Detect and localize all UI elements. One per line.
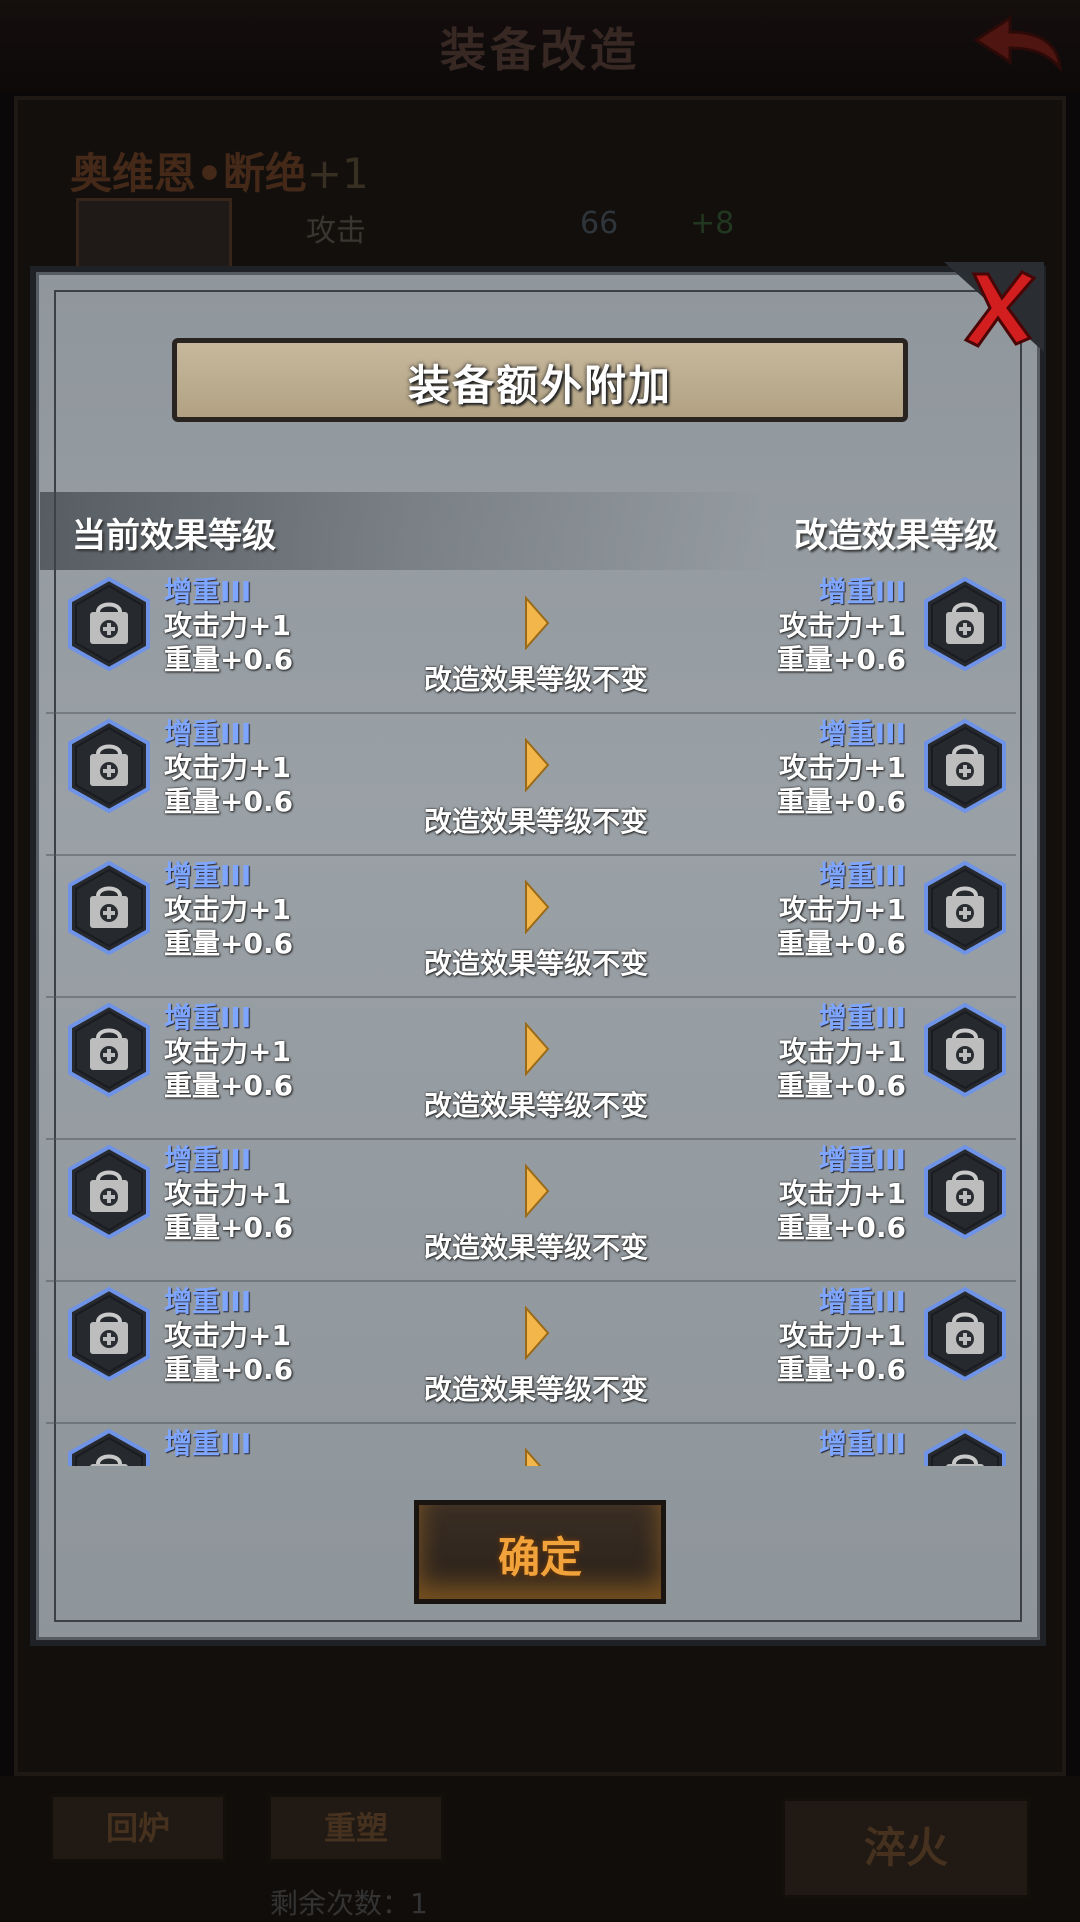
effect-row: 增重III 增重III 攻击力+1 重量+0.6 攻击力+1 重量+0.6 改造效果等级不变 bbox=[46, 854, 1016, 998]
column-current-level: 当前效果等级 bbox=[72, 516, 276, 556]
weight-bag-icon bbox=[68, 1002, 150, 1098]
weight-bag-icon bbox=[924, 1002, 1006, 1098]
effect-row: 增重III 增重III 攻击力+1 重量+0.6 攻击力+1 重量+0.6 改造效果等级不变 bbox=[46, 1280, 1016, 1424]
chevron-right-icon bbox=[525, 1164, 550, 1218]
chevron-right-icon bbox=[525, 1448, 542, 1466]
weight-bag-icon bbox=[68, 1144, 150, 1240]
confirm-label[interactable]: 确定 bbox=[414, 1524, 666, 1585]
effect-row: 增重III 增重III 攻击力+1 重量+0.6 攻击力+1 重量+0.6 改造效果等级不变 bbox=[46, 996, 1016, 1140]
unchanged-label: 改造效果等级不变 bbox=[423, 663, 648, 696]
weight-bag-icon bbox=[68, 1286, 150, 1382]
effect-row: 增重III 增重III 攻击力+1 重量+0.6 攻击力+1 重量+0.6 改造效果等级不变 bbox=[46, 712, 1016, 856]
chevron-right-icon bbox=[525, 1022, 550, 1076]
chevron-right-icon bbox=[525, 596, 550, 650]
chevron-right-icon bbox=[525, 880, 550, 934]
unchanged-label: 改造效果等级不变 bbox=[423, 1089, 648, 1122]
effect-row: 增重III 增重III 攻击力+1 重量+0.6 攻击力+1 重量+0.6 改造效果等级不变 bbox=[46, 570, 1016, 714]
weight-bag-icon bbox=[924, 718, 1006, 814]
weight-bag-icon bbox=[924, 1286, 1006, 1382]
weight-bag-icon bbox=[924, 1144, 1006, 1240]
current-effect-weight: 重量+0.6 bbox=[164, 643, 294, 676]
weight-bag-icon bbox=[68, 576, 150, 672]
chevron-right-icon bbox=[525, 738, 550, 792]
unchanged-label: 改造效果等级不变 bbox=[423, 1231, 648, 1264]
effect-row: 增重III 增重III bbox=[46, 1422, 1016, 1466]
weight-bag-icon bbox=[924, 1428, 1006, 1466]
close-x-icon[interactable] bbox=[944, 262, 1044, 352]
current-effect-weight: 重量+0.6 bbox=[164, 785, 294, 818]
effect-list[interactable]: 增重III 增重III 攻击力+1 重量+0.6 攻击力+1 重量+0.6 改造效果等级不变… bbox=[46, 570, 1016, 1466]
current-effect-weight: 重量+0.6 bbox=[164, 1069, 294, 1102]
weight-bag-icon bbox=[68, 860, 150, 956]
effect-row: 增重III 增重III 攻击力+1 重量+0.6 攻击力+1 重量+0.6 改造效果等级不变 bbox=[46, 1138, 1016, 1282]
column-modified-level: 改造效果等级 bbox=[794, 516, 998, 556]
current-effect-weight: 重量+0.6 bbox=[164, 1353, 294, 1386]
chevron-right-icon bbox=[525, 1306, 550, 1360]
weight-bag-icon bbox=[924, 860, 1006, 956]
unchanged-label: 改造效果等级不变 bbox=[423, 1373, 648, 1406]
modified-effect-name: 增重III bbox=[818, 1427, 906, 1460]
current-effect-weight: 重量+0.6 bbox=[164, 1211, 294, 1244]
unchanged-label: 改造效果等级不变 bbox=[423, 947, 648, 980]
dialog-title: 装备额外附加 bbox=[407, 361, 672, 410]
weight-bag-icon bbox=[924, 576, 1006, 672]
weight-bag-icon bbox=[68, 1428, 150, 1466]
current-effect-name: 增重III bbox=[164, 1427, 252, 1460]
weight-bag-icon bbox=[68, 718, 150, 814]
current-effect-weight: 重量+0.6 bbox=[164, 927, 294, 960]
unchanged-label: 改造效果等级不变 bbox=[423, 805, 648, 838]
